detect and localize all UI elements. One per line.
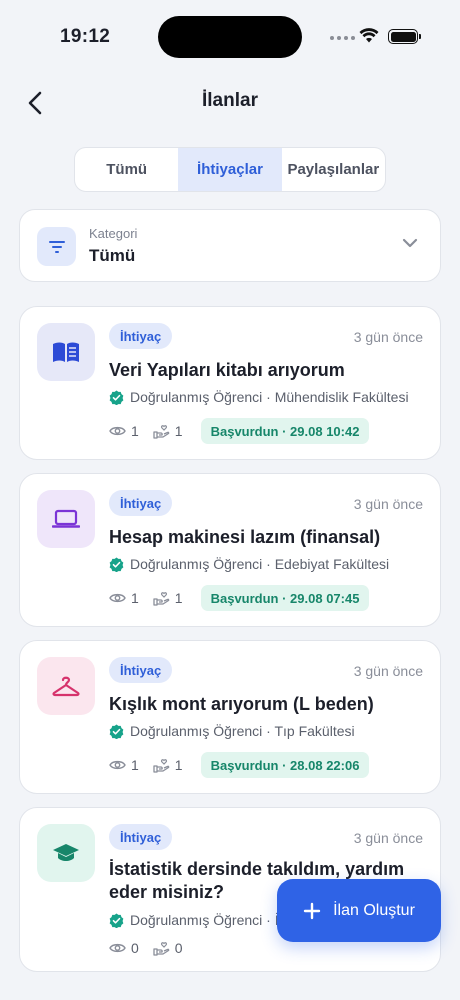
views-count: 1 xyxy=(131,590,139,606)
time-ago: 3 gün önce xyxy=(353,830,423,846)
meta-text: Doğrulanmış Öğrenci · Mühendislik Fakült… xyxy=(130,389,409,405)
signal-icon xyxy=(330,36,355,40)
applied-badge: Başvurdun · 29.08 07:45 xyxy=(200,585,370,611)
plus-icon xyxy=(303,902,321,919)
verified-icon xyxy=(109,723,124,739)
status-bar: 19:12 xyxy=(0,0,460,72)
views-stat: 1 xyxy=(109,757,139,773)
offers-count: 0 xyxy=(174,940,183,956)
offers-stat: 1 xyxy=(153,423,183,439)
listing-stats: 1 1 Başvurdun · 29.08 07:45 xyxy=(109,585,370,611)
hand-heart-icon xyxy=(153,424,170,439)
listing-title: Veri Yapıları kitabı arıyorum xyxy=(109,360,345,380)
views-stat: 0 xyxy=(109,940,139,956)
eye-icon xyxy=(109,426,126,436)
filter-icon xyxy=(37,227,76,266)
tab-needs[interactable]: İhtiyaçlar xyxy=(178,148,282,191)
dynamic-island xyxy=(158,16,302,58)
tab-all[interactable]: Tümü xyxy=(75,148,178,191)
type-badge: İhtiyaç xyxy=(109,824,173,850)
hand-heart-icon xyxy=(153,758,170,773)
battery-icon xyxy=(388,29,421,44)
listing-card[interactable]: İhtiyaç 3 gün önce Hesap makinesi lazım … xyxy=(19,473,441,627)
create-listing-label: İlan Oluştur xyxy=(333,901,415,919)
filter-tabs: Tümü İhtiyaçlar Paylaşılanlar xyxy=(74,147,386,192)
time-ago: 3 gün önce xyxy=(353,663,423,679)
verified-icon xyxy=(109,389,124,405)
offers-count: 1 xyxy=(174,757,183,773)
type-badge: İhtiyaç xyxy=(109,657,173,683)
offers-count: 1 xyxy=(174,590,183,606)
listing-meta: Doğrulanmış Öğrenci · Mühendislik Fakült… xyxy=(109,387,427,407)
views-count: 0 xyxy=(131,940,139,956)
offers-stat: 0 xyxy=(153,940,183,956)
page-title: İlanlar xyxy=(202,90,258,111)
status-time: 19:12 xyxy=(60,26,111,47)
eye-icon xyxy=(109,593,126,603)
chevron-down-icon xyxy=(402,238,418,248)
applied-badge: Başvurdun · 29.08 10:42 xyxy=(200,418,370,444)
listing-card[interactable]: İhtiyaç 3 gün önce Kışlık mont arıyorum … xyxy=(19,640,441,794)
views-stat: 1 xyxy=(109,590,139,606)
category-value: Tümü xyxy=(89,246,136,265)
graduation-cap-icon xyxy=(37,824,95,882)
hand-heart-icon xyxy=(153,941,170,956)
verified-icon xyxy=(109,912,124,928)
create-listing-button[interactable]: İlan Oluştur xyxy=(277,879,441,942)
views-count: 1 xyxy=(131,757,139,773)
listing-title: Hesap makinesi lazım (finansal) xyxy=(109,527,381,547)
eye-icon xyxy=(109,943,126,953)
time-ago: 3 gün önce xyxy=(353,329,423,345)
offers-stat: 1 xyxy=(153,757,183,773)
laptop-icon xyxy=(37,490,95,548)
listing-stats: 1 1 Başvurdun · 28.08 22:06 xyxy=(109,752,370,778)
category-label: Kategori xyxy=(89,226,138,241)
verified-icon xyxy=(109,556,124,572)
book-icon xyxy=(37,323,95,381)
tab-shared[interactable]: Paylaşılanlar xyxy=(282,148,385,191)
offers-count: 1 xyxy=(174,423,183,439)
meta-text: Doğrulanmış Öğrenci · Edebiyat Fakültesi xyxy=(130,556,390,572)
listing-meta: Doğrulanmış Öğrenci · Tıp Fakültesi xyxy=(109,721,427,741)
offers-stat: 1 xyxy=(153,590,183,606)
type-badge: İhtiyaç xyxy=(109,490,173,516)
listing-title: Kışlık mont arıyorum (L beden) xyxy=(109,694,374,714)
hanger-icon xyxy=(37,657,95,715)
listing-meta: Doğrulanmış Öğrenci · Edebiyat Fakültesi xyxy=(109,554,427,574)
type-badge: İhtiyaç xyxy=(109,323,173,349)
meta-text: Doğrulanmış Öğrenci · Tıp Fakültesi xyxy=(130,723,355,739)
applied-badge: Başvurdun · 28.08 22:06 xyxy=(200,752,370,778)
wifi-icon xyxy=(359,28,379,43)
listing-stats: 1 1 Başvurdun · 29.08 10:42 xyxy=(109,418,370,444)
time-ago: 3 gün önce xyxy=(353,496,423,512)
category-dropdown[interactable]: Kategori Tümü xyxy=(19,209,441,282)
views-stat: 1 xyxy=(109,423,139,439)
hand-heart-icon xyxy=(153,591,170,606)
listing-card[interactable]: İhtiyaç 3 gün önce Veri Yapıları kitabı … xyxy=(19,306,441,460)
listing-stats: 0 0 xyxy=(109,940,197,956)
views-count: 1 xyxy=(131,423,139,439)
eye-icon xyxy=(109,760,126,770)
